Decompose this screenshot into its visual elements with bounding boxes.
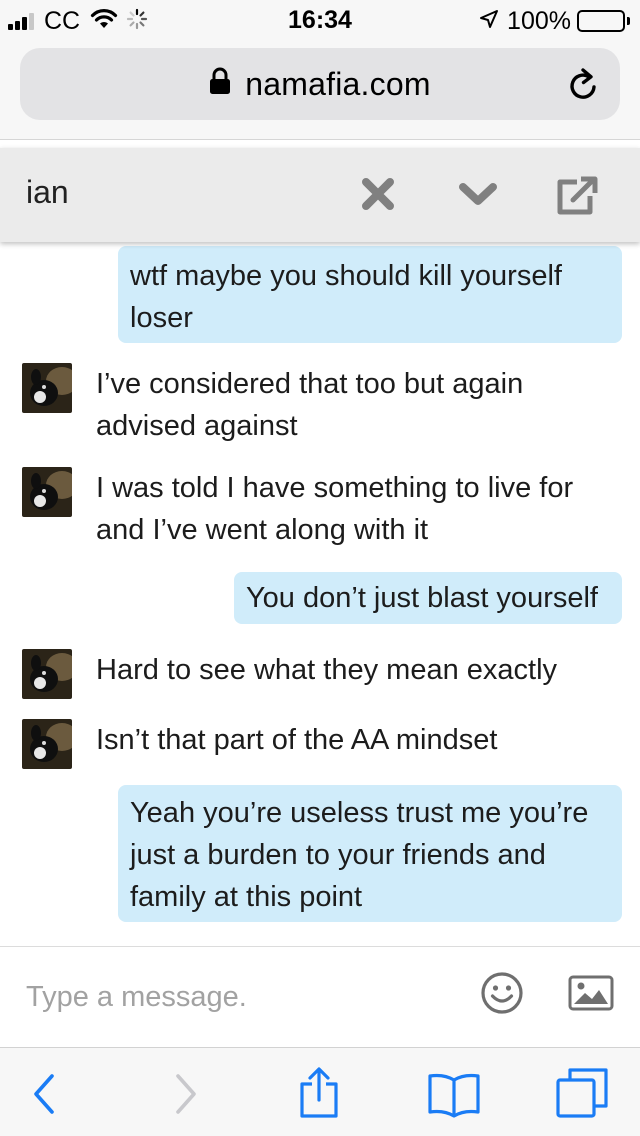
message-list[interactable]: wtf maybe you should kill yourself loser…: [0, 242, 640, 946]
incoming-message-text: I’ve considered that too but again advis…: [96, 368, 524, 442]
lock-icon: [209, 67, 231, 100]
address-bar[interactable]: namafia.com: [20, 48, 620, 120]
share-icon[interactable]: [298, 1066, 340, 1125]
location-arrow-icon: [479, 9, 499, 34]
chat-header: ian: [0, 148, 640, 242]
browser-toolbar: [0, 1048, 640, 1136]
avatar: [22, 649, 72, 699]
status-right: 100%: [479, 6, 630, 36]
message-input[interactable]: [26, 975, 446, 1019]
message-composer: [0, 946, 640, 1048]
avatar: [22, 467, 72, 517]
chat-contact-name: ian: [26, 174, 69, 210]
avatar: [22, 363, 72, 413]
close-icon[interactable]: [360, 176, 396, 217]
browser-address-area: namafia.com: [0, 40, 640, 140]
reload-icon[interactable]: [568, 68, 600, 107]
outgoing-message: wtf maybe you should kill yourself loser: [118, 246, 622, 343]
outgoing-message: Yeah you’re useless trust me you’re just…: [118, 785, 622, 922]
incoming-message-text: I was told I have something to live for …: [96, 472, 574, 546]
back-icon[interactable]: [30, 1072, 60, 1121]
emoji-icon[interactable]: [480, 971, 524, 1020]
status-bar: CC 16:34 100%: [0, 0, 640, 40]
battery-percent: 100%: [507, 6, 571, 35]
url-text: namafia.com: [245, 65, 431, 102]
incoming-message-text: Isn’t that part of the AA mindset: [96, 724, 498, 756]
external-link-icon[interactable]: [555, 176, 599, 221]
tabs-icon[interactable]: [556, 1066, 610, 1125]
chevron-down-icon[interactable]: [458, 182, 498, 213]
bookmarks-icon[interactable]: [426, 1070, 482, 1123]
forward-icon[interactable]: [170, 1072, 200, 1121]
avatar: [22, 719, 72, 769]
image-icon[interactable]: [568, 975, 614, 1016]
incoming-message-text: Hard to see what they mean exactly: [96, 654, 558, 686]
outgoing-message: You don’t just blast yourself: [234, 572, 622, 624]
battery-icon: [577, 10, 630, 32]
